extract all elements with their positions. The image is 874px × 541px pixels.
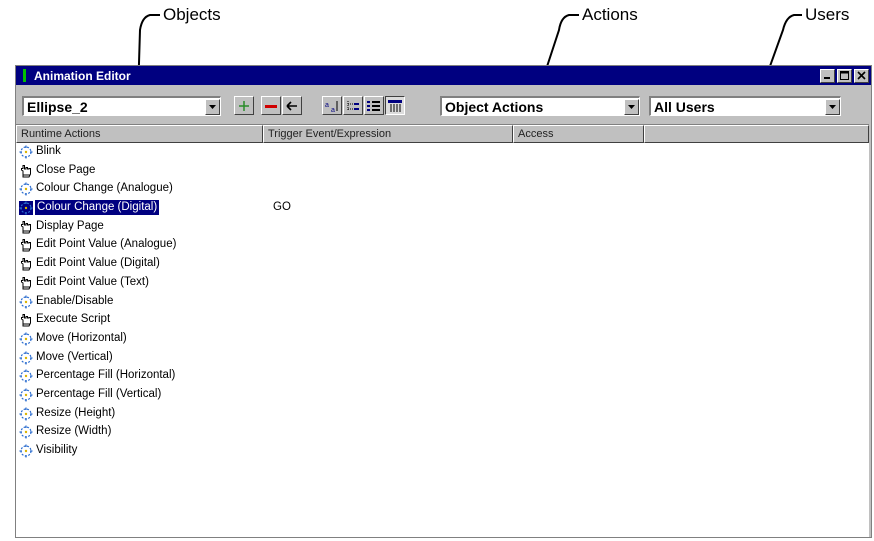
list-item-label: Percentage Fill (Horizontal) — [36, 369, 176, 382]
list-item[interactable]: Visibility — [16, 442, 869, 461]
list-item-label: Close Page — [36, 163, 96, 176]
list-item-label: Move (Horizontal) — [36, 331, 127, 344]
list-item[interactable]: Enable/Disable — [16, 293, 869, 312]
list-item[interactable]: Move (Horizontal) — [16, 330, 869, 349]
list-item[interactable]: Edit Point Value (Analogue) — [16, 236, 869, 255]
close-icon — [857, 71, 866, 80]
toolbar: Ellipse_2 aa Object Actions All Users — [16, 85, 871, 122]
users-callout-label: Users — [805, 5, 850, 24]
sort-icon: aa — [325, 100, 338, 112]
list-item[interactable]: Percentage Fill (Vertical) — [16, 386, 869, 405]
hand-icon — [19, 313, 33, 327]
app-icon — [23, 69, 26, 82]
title-bar[interactable]: Animation Editor — [16, 66, 871, 85]
list-view-button[interactable] — [364, 96, 384, 115]
chevron-down-icon[interactable] — [624, 98, 639, 115]
list-view-icon — [367, 100, 380, 111]
hand-icon — [19, 164, 33, 178]
animation-icon — [19, 425, 33, 439]
animation-icon — [19, 444, 33, 458]
list-item-label: Blink — [36, 145, 61, 157]
maximize-button[interactable] — [837, 68, 852, 83]
tree-view-icon — [347, 100, 359, 110]
animation-editor-window: Animation Editor Ellipse_2 a a Object Ac… — [15, 65, 872, 538]
maximize-icon — [840, 71, 849, 80]
minimize-icon — [824, 77, 830, 79]
column-header-runtime-actions[interactable]: Runtime Actions — [16, 125, 263, 143]
list-item[interactable]: Blink — [16, 143, 869, 162]
animation-icon — [19, 369, 33, 383]
objects-callout-label: Objects — [163, 5, 221, 24]
details-view-button[interactable] — [385, 96, 405, 115]
hand-icon — [19, 276, 33, 290]
remove-icon — [265, 104, 277, 108]
svg-text:a: a — [325, 102, 329, 109]
add-button[interactable] — [234, 96, 254, 115]
users-select-value: All Users — [654, 98, 715, 115]
list-item[interactable]: Execute Script — [16, 311, 869, 330]
add-icon — [239, 100, 249, 111]
column-header-empty[interactable] — [644, 125, 869, 143]
column-header-access[interactable]: Access — [513, 125, 644, 143]
list-item-label: Display Page — [36, 219, 104, 232]
hand-icon — [19, 238, 33, 252]
list-item-label: Move (Vertical) — [36, 350, 113, 363]
animation-icon — [19, 182, 33, 196]
animation-icon — [19, 388, 33, 402]
list-item-label: Percentage Fill (Vertical) — [36, 387, 162, 400]
window-title: Animation Editor — [34, 68, 131, 83]
back-button[interactable] — [282, 96, 302, 115]
list-rows: Blink Close Page Colour Change (Analogue) C… — [16, 143, 869, 461]
list-item-trigger: GO — [273, 201, 291, 214]
list-item-label: Edit Point Value (Digital) — [36, 257, 160, 270]
list-item-label: Resize (Height) — [36, 406, 116, 419]
actions-select-value: Object Actions — [445, 98, 544, 115]
list-item[interactable]: Colour Change (Digital) GO — [16, 199, 869, 218]
list-header: Runtime Actions Trigger Event/Expression… — [16, 125, 869, 143]
list-item-label: Edit Point Value (Analogue) — [36, 238, 177, 251]
actions-callout-label: Actions — [582, 5, 638, 24]
list-item-label: Edit Point Value (Text) — [36, 275, 149, 288]
list-item[interactable]: Percentage Fill (Horizontal) — [16, 367, 869, 386]
sort-button[interactable]: aa — [322, 96, 342, 115]
back-arrow-icon — [286, 100, 297, 111]
list-item-label: Colour Change (Digital) — [35, 200, 160, 216]
list-item[interactable]: Resize (Height) — [16, 405, 869, 424]
close-button[interactable] — [854, 68, 869, 83]
actions-select[interactable]: Object Actions — [440, 96, 640, 116]
list-item-label: Visibility — [36, 444, 78, 456]
details-view-icon — [388, 99, 402, 112]
tree-view-button[interactable] — [343, 96, 363, 115]
column-header-trigger[interactable]: Trigger Event/Expression — [263, 125, 513, 143]
hand-icon — [19, 257, 33, 271]
animation-icon — [19, 332, 33, 346]
list-item-label: Resize (Width) — [36, 425, 112, 438]
list-item[interactable]: Display Page — [16, 218, 869, 237]
list-item[interactable]: Move (Vertical) — [16, 349, 869, 368]
object-select[interactable]: Ellipse_2 — [22, 96, 221, 116]
list-item-label: Enable/Disable — [36, 294, 114, 307]
chevron-down-icon[interactable] — [205, 98, 220, 115]
animation-icon — [19, 145, 33, 159]
animation-icon — [19, 407, 33, 421]
users-select[interactable]: All Users — [649, 96, 841, 116]
list-item-label: Colour Change (Analogue) — [36, 182, 173, 195]
list-item[interactable]: Close Page — [16, 162, 869, 181]
animation-icon — [19, 201, 33, 216]
svg-text:a: a — [331, 107, 335, 112]
animation-icon — [19, 351, 33, 365]
chevron-down-icon[interactable] — [825, 98, 840, 115]
object-select-value: Ellipse_2 — [27, 98, 88, 115]
list-item[interactable]: Edit Point Value (Text) — [16, 274, 869, 293]
list-item[interactable]: Resize (Width) — [16, 423, 869, 442]
hand-icon — [19, 220, 33, 234]
remove-button[interactable] — [261, 96, 281, 115]
runtime-actions-list[interactable]: Runtime Actions Trigger Event/Expression… — [16, 124, 869, 537]
list-item-label: Execute Script — [36, 313, 111, 326]
animation-icon — [19, 295, 33, 309]
list-item[interactable]: Edit Point Value (Digital) — [16, 255, 869, 274]
list-item[interactable]: Colour Change (Analogue) — [16, 180, 869, 199]
minimize-button[interactable] — [820, 68, 835, 83]
